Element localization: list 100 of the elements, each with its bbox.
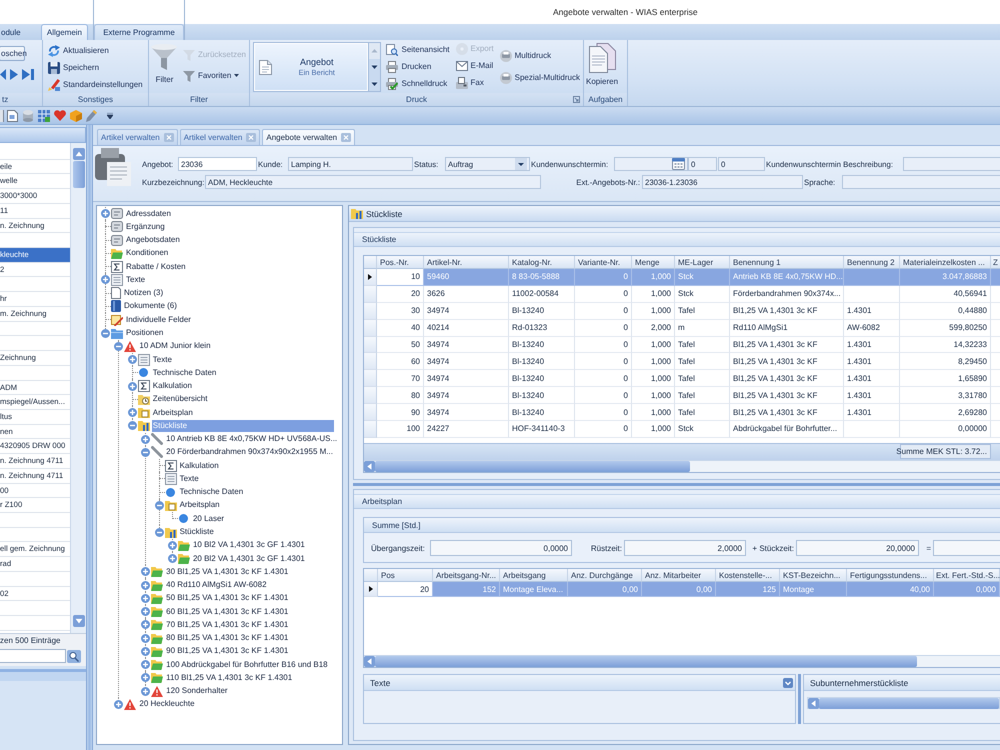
tree-item[interactable]: Arbeitsplan — [152, 406, 334, 419]
launcher-icon[interactable] — [573, 96, 580, 103]
next-icon[interactable] — [9, 68, 19, 81]
column-header[interactable]: Fertigungsstundens... — [847, 569, 934, 582]
ribbon-button[interactable]: E-Mail — [452, 57, 497, 74]
tree-item[interactable]: Notizen (3) — [123, 287, 334, 300]
ribbon-tab[interactable]: Externe Programme — [94, 24, 184, 40]
ribbon-button[interactable]: Filter — [149, 40, 180, 93]
expander-icon[interactable] — [168, 540, 177, 550]
table-row[interactable]: 20 152 Montage Eleva... 0,00 0,00 125 Montage 40,00 0,000 — [364, 582, 1000, 597]
column-header[interactable]: Arbeitsgang — [500, 569, 568, 582]
tree-item[interactable]: 10 ADM Junior klein — [138, 340, 334, 352]
splitter[interactable] — [86, 125, 93, 750]
tree-item[interactable]: Kalkulation — [178, 460, 334, 472]
database-icon[interactable] — [22, 110, 34, 122]
tree-item[interactable]: Konditionen — [125, 247, 334, 260]
tree-item[interactable]: 20 Laser — [192, 512, 334, 525]
expander-icon[interactable] — [101, 209, 110, 218]
tree-item[interactable]: Angebotsdaten — [125, 234, 334, 246]
input-field[interactable] — [842, 175, 1000, 189]
tree-item[interactable]: Positionen — [125, 327, 334, 340]
table-row[interactable]: 60 34974 Bl-13240 0 1,000 Tafel Bl1,25 VA 1,4301 3c KF 1.4301 8,29450 — [364, 353, 1000, 370]
close-icon[interactable] — [341, 133, 352, 142]
arrow-down-icon[interactable] — [72, 615, 84, 627]
arrow-left-icon[interactable] — [808, 698, 819, 709]
more-icon[interactable] — [369, 75, 380, 91]
pen-icon[interactable] — [86, 110, 98, 122]
ribbon-button[interactable]: oschen — [0, 46, 25, 61]
ribbon-button[interactable]: Speichern — [45, 59, 146, 76]
tree-item[interactable]: Stückliste — [178, 526, 334, 538]
tree-item[interactable]: 20 Förderbandrahmen 90x374x90x2x1955 M... — [165, 446, 334, 458]
column-header[interactable]: Pos — [378, 569, 433, 582]
ribbon-button[interactable]: Standardeinstellungen — [45, 76, 146, 93]
expander-icon[interactable] — [141, 580, 150, 590]
close-icon[interactable] — [246, 133, 256, 142]
expander-icon[interactable] — [101, 275, 110, 284]
heart-icon[interactable] — [54, 110, 66, 121]
expander-icon[interactable] — [141, 646, 150, 656]
ribbon-button[interactable]: Favoriten — [180, 67, 249, 84]
tree-item[interactable]: Rabatte / Kosten — [125, 260, 334, 273]
expander-icon[interactable] — [154, 500, 164, 510]
tree-item[interactable]: 120 Sonderhalter — [165, 685, 334, 698]
splitter[interactable] — [796, 674, 803, 724]
ribbon-button[interactable]: Multidruck — [496, 47, 583, 64]
table-row[interactable]: 50 34974 Bl-13240 0 1,000 Tafel Bl1,25 VA 1,4301 3c KF 1.4301 14,32233 — [364, 336, 1000, 354]
tree-item[interactable]: 20 Heckleuchte — [138, 698, 334, 710]
tree-item[interactable]: Arbeitsplan — [178, 499, 334, 512]
tree-item[interactable]: 30 Bl1,25 VA 1,4301 3c KF 1.4301 — [165, 566, 334, 578]
search-icon[interactable] — [67, 650, 81, 662]
tree-item[interactable]: 90 Bl1,25 VA 1,4301 3c KF 1.4301 — [165, 645, 334, 658]
scroll-down-icon[interactable] — [369, 59, 380, 75]
cube-icon[interactable] — [70, 110, 82, 122]
ribbon-button[interactable]: Fax — [452, 74, 497, 91]
dropdown-icon[interactable] — [515, 158, 527, 170]
tree-item[interactable]: 60 Bl1,25 VA 1,4301 3c KF 1.4301 — [165, 606, 334, 618]
ribbon-button[interactable]: Kopieren — [584, 40, 620, 93]
table-row[interactable]: 40 40214 Rd-01323 0 2,000 m Rd110 AlMgSi1 AW-6082 599,80250 — [364, 320, 1000, 337]
expander-icon[interactable] — [141, 567, 150, 576]
expander-icon[interactable] — [114, 700, 124, 709]
tree-item[interactable]: 70 Bl1,25 VA 1,4301 3c KF 1.4301 — [165, 618, 334, 631]
scrollbar[interactable] — [70, 143, 86, 633]
expander-icon[interactable] — [128, 355, 137, 364]
ribbon-button[interactable]: Aktualisieren — [45, 42, 146, 59]
tree-item[interactable]: Texte — [152, 354, 334, 366]
column-header[interactable]: Benennung 2 — [844, 256, 900, 269]
tree-item[interactable]: 40 Rd110 AlMgSi1 AW-6082 — [165, 579, 334, 592]
tree-item[interactable]: Texte — [178, 472, 334, 485]
tree-item[interactable]: 110 Bl1,25 VA 1,4301 3c KF 1.4301 — [165, 672, 334, 684]
column-header[interactable]: Menge — [632, 256, 675, 269]
column-header[interactable]: Artikel-Nr. — [424, 256, 509, 269]
column-header[interactable]: Pos.-Nr. — [377, 256, 424, 269]
expander-icon[interactable] — [114, 342, 124, 351]
last-icon[interactable] — [22, 68, 34, 81]
column-header[interactable]: Katalog-Nr. — [509, 256, 575, 269]
table-row[interactable]: 70 34974 Bl-13240 0 1,000 Tafel Bl1,25 VA 1,4301 3c KF 1.4301 1,65890 — [364, 370, 1000, 388]
previous-icon[interactable] — [0, 68, 6, 81]
tree-item[interactable]: Adressdaten — [125, 208, 334, 220]
tree-item[interactable]: Technische Daten — [178, 486, 334, 498]
tree-item[interactable]: 80 Bl1,25 VA 1,4301 3c KF 1.4301 — [165, 632, 334, 644]
column-header[interactable]: ME-Lager — [675, 256, 730, 269]
table-row[interactable]: 90 34974 Bl-13240 0 1,000 Tafel Bl1,25 VA 1,4301 3c KF 1.4301 2,69280 — [364, 404, 1000, 422]
expander-icon[interactable] — [141, 673, 150, 682]
expander-icon[interactable] — [141, 434, 150, 444]
column-header[interactable]: Benennung 1 — [730, 256, 844, 269]
ribbon-tab[interactable]: odule — [0, 24, 24, 40]
table-row[interactable]: 30 34974 Bl-13240 0 1,000 Tafel Bl1,25 VA 1,4301 3c KF 1.4301 0,44880 — [364, 302, 1000, 320]
column-header[interactable]: Anz. Mitarbeiter — [642, 569, 716, 582]
splitter[interactable] — [353, 480, 1000, 489]
column-header[interactable]: Z — [991, 256, 1000, 269]
close-icon[interactable] — [164, 133, 174, 142]
column-header[interactable]: Anz. Durchgänge — [568, 569, 642, 582]
arrow-left-icon[interactable] — [364, 460, 375, 472]
ribbon-tab[interactable]: Allgemein — [40, 24, 88, 40]
expander-icon[interactable] — [141, 448, 150, 457]
expander-icon[interactable] — [101, 328, 110, 338]
column-header[interactable]: KST-Bezeichn... — [780, 569, 847, 582]
expander-icon[interactable] — [141, 660, 150, 670]
table-icon[interactable] — [38, 110, 50, 122]
scrollbar[interactable] — [364, 460, 1000, 472]
input-field[interactable]: 0,0000 — [430, 540, 572, 556]
